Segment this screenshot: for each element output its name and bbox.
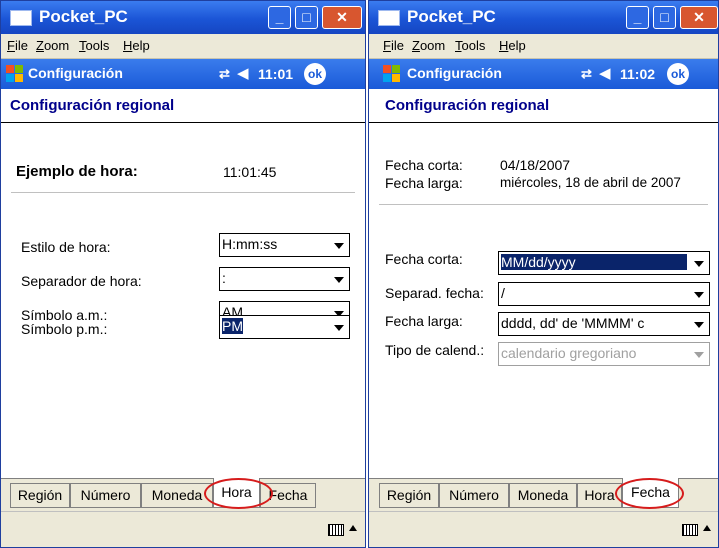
tab-bar: Región Número Moneda Hora Fecha <box>369 478 718 511</box>
divider <box>11 192 355 193</box>
connectivity-icon[interactable]: ⇄ <box>581 66 592 82</box>
chevron-down-icon <box>694 261 704 267</box>
menu-tools[interactable]: Tools <box>79 38 109 53</box>
windows-start-icon[interactable] <box>6 65 24 83</box>
menu-bar: File Zoom Tools Help <box>369 34 718 59</box>
volume-icon[interactable]: ◀︎ <box>237 64 249 82</box>
long-date-sample-label: Fecha larga: <box>385 175 463 191</box>
tab-currency[interactable]: Moneda <box>509 483 577 508</box>
tab-currency[interactable]: Moneda <box>141 483 213 508</box>
time-style-select[interactable]: H:mm:ss <box>219 233 350 257</box>
windows-start-icon[interactable] <box>383 65 401 83</box>
page-title: Configuración regional <box>10 97 175 114</box>
close-button[interactable]: ✕ <box>322 6 362 29</box>
divider <box>369 122 718 123</box>
keyboard-icon[interactable] <box>682 524 698 536</box>
date-separator-value: / <box>501 285 505 301</box>
chevron-down-icon <box>694 322 704 328</box>
tab-number[interactable]: Número <box>439 483 509 508</box>
menu-tools[interactable]: Tools <box>455 38 485 53</box>
nav-bar: Configuración ⇄ ◀︎ 11:02 ok <box>369 59 718 89</box>
nav-title[interactable]: Configuración <box>28 65 123 81</box>
bottom-bar <box>1 511 365 547</box>
menu-bar: File Zoom Tools Help <box>1 34 365 59</box>
long-date-sample-value: miércoles, 18 de abril de 2007 <box>500 175 681 190</box>
nav-title[interactable]: Configuración <box>407 65 502 81</box>
chevron-down-icon <box>334 277 344 283</box>
window-fecha: Pocket_PC _ □ ✕ File Zoom Tools Help Con… <box>368 0 719 548</box>
highlight-circle <box>615 478 684 509</box>
window-title: Pocket_PC <box>407 7 496 26</box>
menu-file[interactable]: File <box>7 38 28 53</box>
short-date-format-select[interactable]: MM/dd/yyyy <box>498 251 710 275</box>
menu-file[interactable]: File <box>383 38 404 53</box>
ok-button[interactable]: ok <box>304 63 326 85</box>
connectivity-icon[interactable]: ⇄ <box>219 66 230 82</box>
close-button[interactable]: ✕ <box>680 6 718 29</box>
input-menu-arrow-icon[interactable] <box>703 525 711 531</box>
clock[interactable]: 11:02 <box>620 66 655 82</box>
menu-zoom[interactable]: Zoom <box>412 38 445 53</box>
time-separator-value: : <box>222 270 226 286</box>
chevron-down-icon <box>694 352 704 358</box>
tab-bar: Región Número Moneda Hora Fecha <box>1 478 365 511</box>
short-date-format-label: Fecha corta: <box>385 251 463 267</box>
keyboard-icon[interactable] <box>328 524 344 536</box>
example-time-value: 11:01:45 <box>223 164 277 180</box>
window-icon <box>10 10 32 26</box>
time-style-label: Estilo de hora: <box>21 239 111 255</box>
ok-button[interactable]: ok <box>667 63 689 85</box>
short-date-sample-label: Fecha corta: <box>385 157 463 173</box>
long-date-format-select[interactable]: dddd, dd' de 'MMMM' c <box>498 312 710 336</box>
minimize-button[interactable]: _ <box>268 6 291 29</box>
pm-symbol-select[interactable]: PM <box>219 315 350 339</box>
chevron-down-icon <box>334 325 344 331</box>
date-separator-select[interactable]: / <box>498 282 710 306</box>
divider <box>379 204 708 205</box>
menu-help[interactable]: Help <box>499 38 526 53</box>
time-separator-label: Separador de hora: <box>21 273 142 289</box>
maximize-button[interactable]: □ <box>295 6 318 29</box>
minimize-button[interactable]: _ <box>626 6 649 29</box>
window-hora: Pocket_PC _ □ ✕ File Zoom Tools Help Con… <box>0 0 366 548</box>
bottom-bar <box>369 511 718 547</box>
page-title: Configuración regional <box>385 97 550 114</box>
menu-help[interactable]: Help <box>123 38 150 53</box>
date-separator-label: Separad. fecha: <box>385 285 484 301</box>
volume-icon[interactable]: ◀︎ <box>599 64 611 82</box>
divider <box>1 122 365 123</box>
short-date-sample-value: 04/18/2007 <box>500 157 571 173</box>
time-separator-select[interactable]: : <box>219 267 350 291</box>
tab-region[interactable]: Región <box>10 483 70 508</box>
calendar-type-value: calendario gregoriano <box>501 345 637 361</box>
pm-symbol-label: Símbolo p.m.: <box>21 321 108 337</box>
tab-region[interactable]: Región <box>379 483 439 508</box>
long-date-format-label: Fecha larga: <box>385 313 463 329</box>
short-date-format-value: MM/dd/yyyy <box>501 254 687 270</box>
highlight-circle <box>204 478 273 509</box>
menu-zoom[interactable]: Zoom <box>36 38 69 53</box>
nav-bar: Configuración ⇄ ◀︎ 11:01 ok <box>1 59 365 89</box>
clock[interactable]: 11:01 <box>258 66 293 82</box>
time-style-value: H:mm:ss <box>222 236 278 252</box>
input-menu-arrow-icon[interactable] <box>349 525 357 531</box>
window-title: Pocket_PC <box>39 7 128 26</box>
chevron-down-icon <box>694 292 704 298</box>
maximize-button[interactable]: □ <box>653 6 676 29</box>
pm-symbol-value: PM <box>222 318 243 334</box>
title-bar: Pocket_PC _ □ ✕ <box>1 1 365 34</box>
long-date-format-value: dddd, dd' de 'MMMM' c <box>501 315 645 331</box>
tab-number[interactable]: Número <box>70 483 141 508</box>
calendar-type-select: calendario gregoriano <box>498 342 710 366</box>
window-icon <box>378 10 400 26</box>
example-time-label: Ejemplo de hora: <box>16 163 138 180</box>
chevron-down-icon <box>334 243 344 249</box>
calendar-type-label: Tipo de calend.: <box>385 342 485 358</box>
title-bar: Pocket_PC _ □ ✕ <box>369 1 718 34</box>
